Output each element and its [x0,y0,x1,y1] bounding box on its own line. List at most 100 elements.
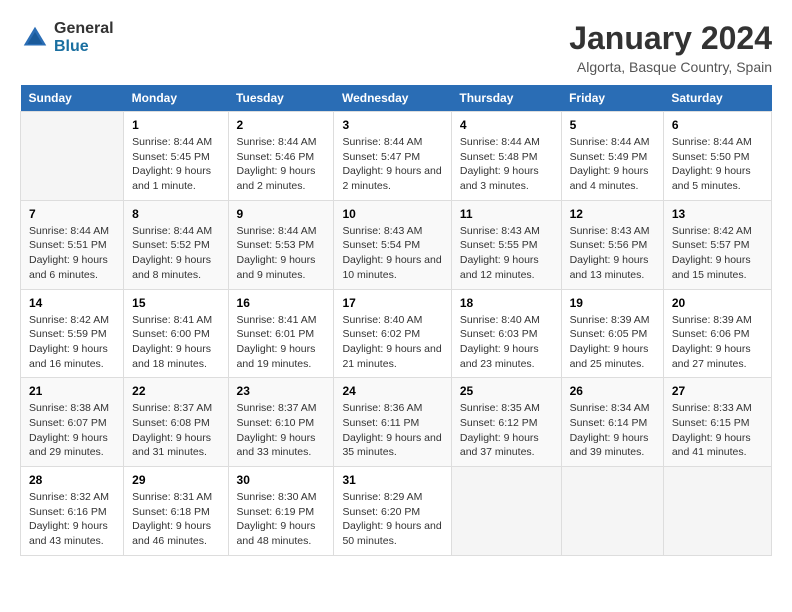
day-number: 2 [237,118,326,132]
calendar-cell: 17 Sunrise: 8:40 AMSunset: 6:02 PMDaylig… [334,289,451,378]
day-info: Sunrise: 8:44 AMSunset: 5:51 PMDaylight:… [29,224,115,283]
calendar-cell: 3 Sunrise: 8:44 AMSunset: 5:47 PMDayligh… [334,112,451,201]
day-info: Sunrise: 8:44 AMSunset: 5:47 PMDaylight:… [342,135,442,194]
calendar-cell: 8 Sunrise: 8:44 AMSunset: 5:52 PMDayligh… [124,200,228,289]
title-block: January 2024 Algorta, Basque Country, Sp… [569,20,772,75]
day-number: 10 [342,207,442,221]
day-info: Sunrise: 8:43 AMSunset: 5:56 PMDaylight:… [570,224,655,283]
day-info: Sunrise: 8:37 AMSunset: 6:10 PMDaylight:… [237,401,326,460]
calendar-cell: 20 Sunrise: 8:39 AMSunset: 6:06 PMDaylig… [663,289,771,378]
day-info: Sunrise: 8:43 AMSunset: 5:54 PMDaylight:… [342,224,442,283]
day-number: 4 [460,118,553,132]
calendar-cell: 5 Sunrise: 8:44 AMSunset: 5:49 PMDayligh… [561,112,663,201]
day-info: Sunrise: 8:44 AMSunset: 5:49 PMDaylight:… [570,135,655,194]
day-info: Sunrise: 8:40 AMSunset: 6:02 PMDaylight:… [342,313,442,372]
calendar-table: Sunday Monday Tuesday Wednesday Thursday… [20,85,772,556]
day-number: 22 [132,384,219,398]
day-info: Sunrise: 8:39 AMSunset: 6:06 PMDaylight:… [672,313,763,372]
col-friday: Friday [561,85,663,112]
logo-icon [20,23,50,53]
day-number: 6 [672,118,763,132]
calendar-cell: 16 Sunrise: 8:41 AMSunset: 6:01 PMDaylig… [228,289,334,378]
day-number: 1 [132,118,219,132]
day-info: Sunrise: 8:42 AMSunset: 5:57 PMDaylight:… [672,224,763,283]
day-number: 5 [570,118,655,132]
day-info: Sunrise: 8:38 AMSunset: 6:07 PMDaylight:… [29,401,115,460]
day-number: 13 [672,207,763,221]
col-thursday: Thursday [451,85,561,112]
day-number: 3 [342,118,442,132]
header-row: Sunday Monday Tuesday Wednesday Thursday… [21,85,772,112]
day-info: Sunrise: 8:31 AMSunset: 6:18 PMDaylight:… [132,490,219,549]
calendar-week-2: 7 Sunrise: 8:44 AMSunset: 5:51 PMDayligh… [21,200,772,289]
day-number: 19 [570,296,655,310]
calendar-cell [21,112,124,201]
day-info: Sunrise: 8:33 AMSunset: 6:15 PMDaylight:… [672,401,763,460]
calendar-week-5: 28 Sunrise: 8:32 AMSunset: 6:16 PMDaylig… [21,467,772,556]
calendar-cell: 4 Sunrise: 8:44 AMSunset: 5:48 PMDayligh… [451,112,561,201]
day-info: Sunrise: 8:43 AMSunset: 5:55 PMDaylight:… [460,224,553,283]
day-info: Sunrise: 8:40 AMSunset: 6:03 PMDaylight:… [460,313,553,372]
day-number: 11 [460,207,553,221]
calendar-cell: 9 Sunrise: 8:44 AMSunset: 5:53 PMDayligh… [228,200,334,289]
day-info: Sunrise: 8:34 AMSunset: 6:14 PMDaylight:… [570,401,655,460]
calendar-cell: 24 Sunrise: 8:36 AMSunset: 6:11 PMDaylig… [334,378,451,467]
calendar-cell: 30 Sunrise: 8:30 AMSunset: 6:19 PMDaylig… [228,467,334,556]
col-monday: Monday [124,85,228,112]
col-sunday: Sunday [21,85,124,112]
day-number: 9 [237,207,326,221]
calendar-cell: 23 Sunrise: 8:37 AMSunset: 6:10 PMDaylig… [228,378,334,467]
calendar-cell: 6 Sunrise: 8:44 AMSunset: 5:50 PMDayligh… [663,112,771,201]
day-number: 20 [672,296,763,310]
day-info: Sunrise: 8:32 AMSunset: 6:16 PMDaylight:… [29,490,115,549]
day-number: 16 [237,296,326,310]
day-info: Sunrise: 8:35 AMSunset: 6:12 PMDaylight:… [460,401,553,460]
day-number: 31 [342,473,442,487]
col-tuesday: Tuesday [228,85,334,112]
calendar-cell: 2 Sunrise: 8:44 AMSunset: 5:46 PMDayligh… [228,112,334,201]
day-number: 25 [460,384,553,398]
logo-blue-text: Blue [54,38,114,56]
calendar-cell: 22 Sunrise: 8:37 AMSunset: 6:08 PMDaylig… [124,378,228,467]
calendar-cell: 10 Sunrise: 8:43 AMSunset: 5:54 PMDaylig… [334,200,451,289]
day-number: 14 [29,296,115,310]
day-info: Sunrise: 8:44 AMSunset: 5:50 PMDaylight:… [672,135,763,194]
day-info: Sunrise: 8:44 AMSunset: 5:48 PMDaylight:… [460,135,553,194]
day-number: 18 [460,296,553,310]
calendar-cell: 12 Sunrise: 8:43 AMSunset: 5:56 PMDaylig… [561,200,663,289]
col-saturday: Saturday [663,85,771,112]
calendar-cell: 29 Sunrise: 8:31 AMSunset: 6:18 PMDaylig… [124,467,228,556]
day-info: Sunrise: 8:37 AMSunset: 6:08 PMDaylight:… [132,401,219,460]
col-wednesday: Wednesday [334,85,451,112]
day-info: Sunrise: 8:44 AMSunset: 5:53 PMDaylight:… [237,224,326,283]
day-number: 28 [29,473,115,487]
day-number: 17 [342,296,442,310]
calendar-week-4: 21 Sunrise: 8:38 AMSunset: 6:07 PMDaylig… [21,378,772,467]
day-info: Sunrise: 8:41 AMSunset: 6:00 PMDaylight:… [132,313,219,372]
day-number: 30 [237,473,326,487]
calendar-cell: 15 Sunrise: 8:41 AMSunset: 6:00 PMDaylig… [124,289,228,378]
calendar-cell [663,467,771,556]
calendar-cell [451,467,561,556]
subtitle: Algorta, Basque Country, Spain [569,59,772,75]
calendar-cell [561,467,663,556]
day-number: 27 [672,384,763,398]
day-number: 24 [342,384,442,398]
day-info: Sunrise: 8:44 AMSunset: 5:45 PMDaylight:… [132,135,219,194]
calendar-week-1: 1 Sunrise: 8:44 AMSunset: 5:45 PMDayligh… [21,112,772,201]
calendar-cell: 28 Sunrise: 8:32 AMSunset: 6:16 PMDaylig… [21,467,124,556]
day-number: 29 [132,473,219,487]
day-info: Sunrise: 8:30 AMSunset: 6:19 PMDaylight:… [237,490,326,549]
main-title: January 2024 [569,20,772,57]
calendar-cell: 26 Sunrise: 8:34 AMSunset: 6:14 PMDaylig… [561,378,663,467]
logo: General Blue [20,20,114,55]
calendar-week-3: 14 Sunrise: 8:42 AMSunset: 5:59 PMDaylig… [21,289,772,378]
calendar-cell: 19 Sunrise: 8:39 AMSunset: 6:05 PMDaylig… [561,289,663,378]
day-info: Sunrise: 8:44 AMSunset: 5:52 PMDaylight:… [132,224,219,283]
day-number: 26 [570,384,655,398]
calendar-cell: 13 Sunrise: 8:42 AMSunset: 5:57 PMDaylig… [663,200,771,289]
day-number: 12 [570,207,655,221]
page-header: General Blue January 2024 Algorta, Basqu… [20,20,772,75]
day-number: 7 [29,207,115,221]
day-number: 8 [132,207,219,221]
